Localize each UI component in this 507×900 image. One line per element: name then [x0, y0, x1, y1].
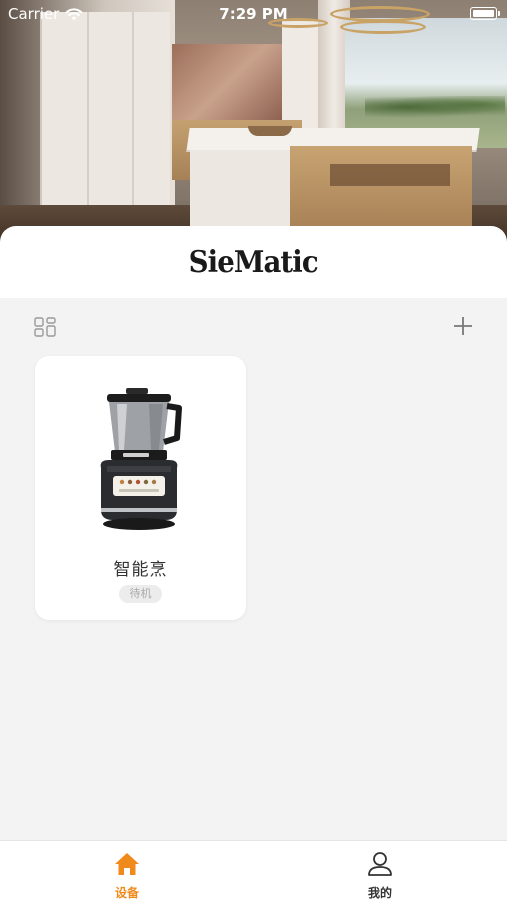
clock: 7:29 PM [219, 5, 288, 23]
device-status-badge: 待机 [119, 585, 162, 603]
tab-mine-label: 我的 [367, 886, 392, 900]
tab-mine[interactable]: 我的 [253, 841, 507, 900]
add-device-icon[interactable] [453, 316, 473, 336]
status-bar: Carrier 7:29 PM [0, 0, 507, 28]
user-icon [368, 852, 392, 876]
kitchen-hero-image [0, 0, 507, 250]
cooking-machine-image [100, 388, 182, 530]
app-screen: Carrier 7:29 PM SieMatic 智能烹 待机 设备 我的 [0, 0, 507, 900]
brand-header: SieMatic [0, 226, 507, 298]
device-name: 智能烹 [113, 560, 168, 580]
device-card[interactable]: 智能烹 待机 [35, 356, 246, 620]
brand-logo: SieMatic [188, 244, 319, 280]
grid-view-icon[interactable] [34, 317, 56, 337]
battery-icon [470, 7, 500, 20]
tab-bar: 设备 我的 [0, 840, 507, 900]
home-icon [115, 853, 139, 875]
tab-devices-label: 设备 [114, 886, 139, 900]
device-toolbar [0, 298, 507, 354]
tab-devices[interactable]: 设备 [0, 841, 254, 900]
